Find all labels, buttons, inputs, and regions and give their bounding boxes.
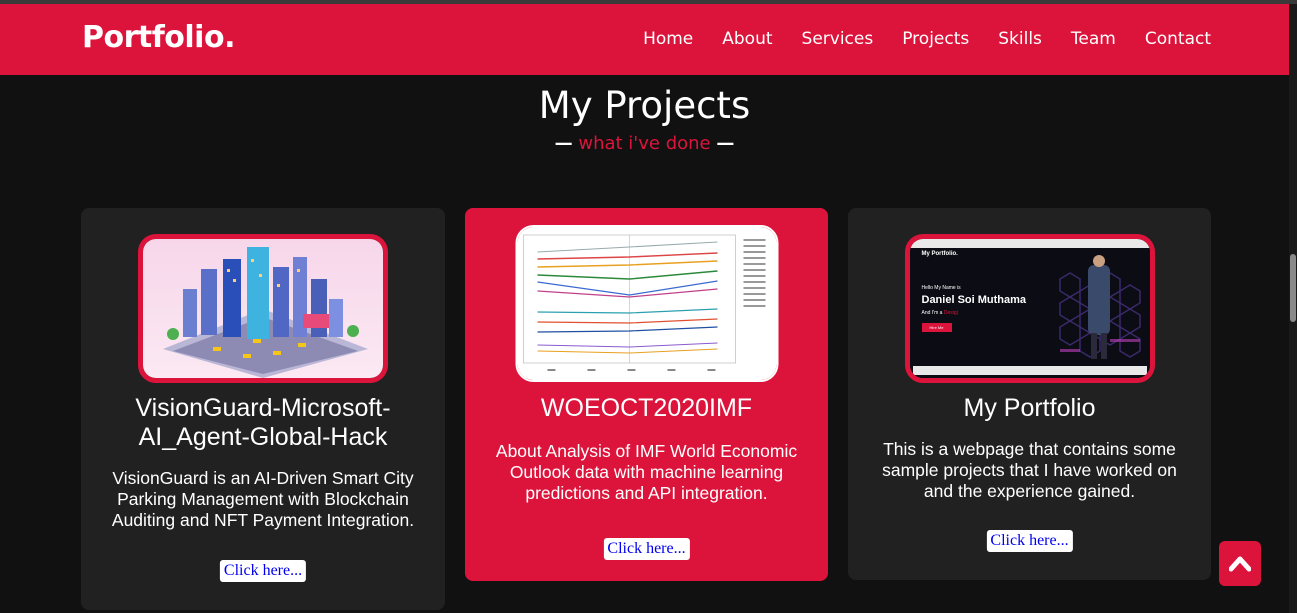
nav-link-team[interactable]: Team xyxy=(1071,29,1116,49)
subtitle-dash-right: — xyxy=(716,133,735,154)
thumb-hire-button: Hire Me xyxy=(921,323,952,332)
project-description: This is a webpage that contains some sam… xyxy=(882,439,1177,501)
project-card-woeoct2020imf: WOEOCT2020IMF About Analysis of IMF Worl… xyxy=(465,208,828,581)
project-card-my-portfolio: My Portfolio. Hello My Name is Daniel So… xyxy=(848,208,1211,580)
nav-link-services[interactable]: Services xyxy=(802,29,874,49)
project-thumbnail-smart-city xyxy=(138,234,388,383)
scroll-to-top-button[interactable] xyxy=(1219,541,1261,586)
nav-link-skills[interactable]: Skills xyxy=(998,29,1042,49)
project-description: About Analysis of IMF World Economic Out… xyxy=(495,441,798,503)
project-title: VisionGuard-Microsoft-AI_Agent-Global-Ha… xyxy=(135,394,391,451)
project-title: WOEOCT2020IMF xyxy=(540,394,753,422)
logo[interactable]: Portfolio. xyxy=(82,20,235,55)
thumb-logo: My Portfolio. xyxy=(921,251,958,257)
project-card-visionguard: VisionGuard-Microsoft-AI_Agent-Global-Ha… xyxy=(81,208,445,610)
subtitle-text: what i've done xyxy=(578,133,711,154)
project-link-button[interactable]: Click here... xyxy=(986,530,1073,552)
project-thumbnail-portfolio-site: My Portfolio. Hello My Name is Daniel So… xyxy=(904,234,1155,383)
thumb-role-value: Desig| xyxy=(943,310,958,316)
thumb-name: Daniel Soi Muthama xyxy=(921,294,1027,306)
page-scrollbar[interactable] xyxy=(1289,4,1297,613)
nav-menu: Home About Services Projects Skills Team… xyxy=(643,29,1211,49)
chevron-up-icon xyxy=(1229,556,1251,572)
project-link-button[interactable]: Click here... xyxy=(603,538,690,560)
thumb-role: And I'm a Desig| xyxy=(922,310,958,316)
project-thumbnail-imf-chart xyxy=(515,225,778,382)
project-link-button[interactable]: Click here... xyxy=(219,560,307,582)
project-title: My Portfolio xyxy=(963,394,1096,422)
nav-link-about[interactable]: About xyxy=(722,29,772,49)
subtitle-dash-left: — xyxy=(554,133,573,154)
nav-link-projects[interactable]: Projects xyxy=(902,29,969,49)
project-description: VisionGuard is an AI-Driven Smart City P… xyxy=(111,468,415,530)
section-title: My Projects xyxy=(538,84,751,127)
section-subtitle: — what i've done — xyxy=(0,133,1289,154)
thumb-role-prefix: And I'm a xyxy=(921,310,943,316)
nav-link-contact[interactable]: Contact xyxy=(1145,29,1211,49)
navbar: Portfolio. Home About Services Projects … xyxy=(0,4,1289,75)
thumb-greeting: Hello My Name is xyxy=(921,285,961,291)
nav-link-home[interactable]: Home xyxy=(643,29,693,49)
scrollbar-thumb[interactable] xyxy=(1290,254,1296,322)
